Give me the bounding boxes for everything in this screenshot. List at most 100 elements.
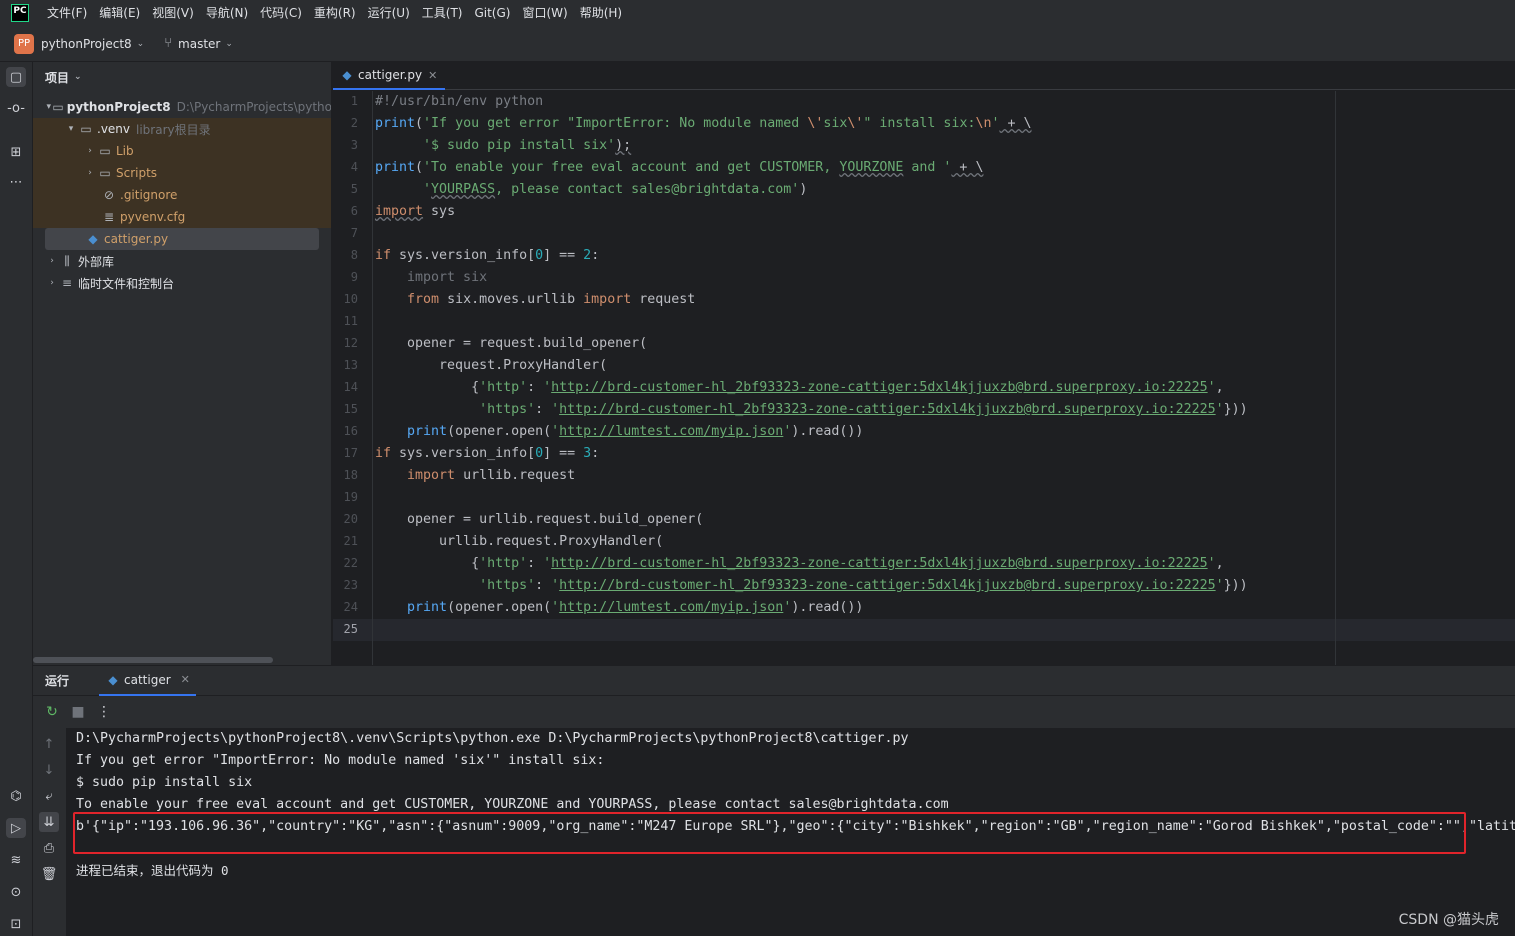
rerun-icon[interactable]: ↻ — [41, 701, 63, 723]
tree-root[interactable]: ▾ ▭ pythonProject8 D:\PycharmProjects\py… — [33, 96, 331, 118]
code-line-20: opener = urllib.request.build_opener( — [375, 509, 703, 531]
menu-tools[interactable]: 工具(T) — [416, 0, 469, 26]
branch-selector[interactable]: master — [178, 37, 220, 51]
layers-icon[interactable]: ≋ — [6, 850, 26, 870]
code-token: ).read()) — [791, 600, 864, 615]
soft-wrap-icon[interactable]: ⤶ — [39, 786, 59, 806]
library-icon: ⫼ — [64, 253, 70, 268]
git-branch-icon[interactable]: ⑂ — [164, 36, 172, 51]
line-number: 10 — [343, 292, 358, 306]
menu-run[interactable]: 运行(U) — [362, 0, 416, 26]
chevron-down-icon[interactable]: ▾ — [64, 124, 78, 134]
tree-scratches[interactable]: › ≡ 临时文件和控制台 — [33, 272, 331, 294]
more-options-icon[interactable]: ⋮ — [93, 701, 115, 723]
code-token: ] == — [543, 248, 584, 263]
print-icon[interactable]: ⎙ — [39, 838, 59, 858]
line-number: 6 — [350, 204, 358, 218]
tree-cattiger[interactable]: ◆ cattiger.py — [45, 228, 319, 250]
code-token: : — [591, 446, 600, 461]
code-token: ' — [1207, 380, 1216, 395]
project-selector[interactable]: pythonProject8 — [41, 37, 132, 51]
commit-icon[interactable]: -o- — [6, 98, 26, 118]
horizontal-scrollbar[interactable] — [33, 657, 273, 663]
menu-navigate[interactable]: 导航(N) — [200, 0, 254, 26]
code-token: http://brd-customer-hl_2bf93323-zone-cat… — [551, 380, 1208, 395]
run-icon[interactable]: ▷ — [6, 818, 26, 838]
stop-icon[interactable]: ■ — [67, 701, 89, 723]
lib-label: Lib — [116, 144, 134, 158]
close-icon[interactable]: ✕ — [428, 69, 437, 82]
scroll-up-icon[interactable]: ↑ — [39, 734, 59, 754]
project-badge[interactable]: PP — [14, 33, 34, 54]
folder-icon: ▭ — [52, 100, 64, 114]
menu-edit[interactable]: 编辑(E) — [93, 0, 146, 26]
terminal-icon[interactable]: ⊡ — [6, 914, 26, 934]
menu-git[interactable]: Git(G) — [468, 0, 516, 26]
code-token: opener = request.build_opener( — [375, 336, 648, 351]
chevron-right-icon[interactable]: › — [45, 256, 59, 266]
line-number: 19 — [343, 490, 358, 504]
trash-icon[interactable]: 🗑 — [39, 864, 59, 884]
menu-help[interactable]: 帮助(H) — [574, 0, 628, 26]
python-file-icon: ◆ — [88, 232, 98, 246]
menu-code[interactable]: 代码(C) — [254, 0, 308, 26]
services-icon[interactable]: ⊙ — [6, 882, 26, 902]
python-console-icon[interactable]: ⌬ — [6, 786, 26, 806]
menu-file[interactable]: 文件(F) — [41, 0, 93, 26]
python-file-icon: ◆ — [108, 672, 118, 687]
code-token: 'https' — [479, 578, 536, 593]
code-token: 3 — [583, 446, 592, 461]
run-tab-cattiger[interactable]: ◆ cattiger ✕ — [99, 666, 196, 696]
close-icon[interactable]: ✕ — [181, 673, 190, 686]
menu-window[interactable]: 窗口(W) — [516, 0, 573, 26]
chevron-down-icon[interactable]: ▾ — [45, 102, 52, 112]
code-token: ) — [799, 182, 808, 197]
chevron-right-icon[interactable]: › — [45, 278, 59, 288]
tree-pyvenv[interactable]: ≣ pyvenv.cfg — [33, 206, 331, 228]
venv-hint: library根目录 — [136, 122, 211, 137]
code-editor[interactable]: ◆ cattiger.py ✕ 1 2 3 4 5 6 7 8 9 10 11 … — [333, 62, 1515, 665]
code-token: ' — [1215, 578, 1224, 593]
tree-lib[interactable]: › ▭ Lib — [33, 140, 331, 162]
code-token: http://lumtest.com/myip.json — [559, 424, 784, 439]
line-number: 9 — [350, 270, 358, 284]
editor-tab-cattiger[interactable]: ◆ cattiger.py ✕ — [333, 62, 446, 90]
code-token: ] == — [543, 446, 584, 461]
code-line-24: print(opener.open('http://lumtest.com/my… — [375, 597, 863, 619]
tree-gitignore[interactable]: ⊘ .gitignore — [33, 184, 331, 206]
chevron-down-icon[interactable]: ⌄ — [74, 72, 82, 82]
code-token: \' — [807, 116, 824, 131]
chevron-down-icon[interactable]: ⌄ — [137, 39, 145, 49]
tree-venv[interactable]: ▾ ▭ .venv library根目录 — [33, 118, 331, 140]
code-token: ' — [551, 402, 560, 417]
chevron-down-icon[interactable]: ⌄ — [225, 39, 233, 49]
code-area[interactable]: #!/usr/bin/env python print('If you get … — [375, 91, 1515, 665]
project-panel-header[interactable]: 项目 ⌄ — [33, 62, 331, 92]
tree-external-libs[interactable]: › ⫼ 外部库 — [33, 250, 331, 272]
folder-icon: ▭ — [99, 144, 111, 158]
structure-icon[interactable]: ⊞ — [6, 142, 26, 162]
code-token: print — [407, 600, 448, 615]
code-token: ' — [543, 556, 552, 571]
code-token: import — [375, 204, 424, 219]
console-command: D:\PycharmProjects\pythonProject8\.venv\… — [76, 731, 909, 746]
tree-scripts[interactable]: › ▭ Scripts — [33, 162, 331, 184]
more-icon[interactable]: ⋯ — [6, 172, 26, 192]
code-line-17: if sys.version_info[0] == 3: — [375, 443, 599, 465]
scroll-down-icon[interactable]: ↓ — [39, 760, 59, 780]
menu-view[interactable]: 视图(V) — [146, 0, 200, 26]
code-line-14: {'http': 'http://brd-customer-hl_2bf9332… — [375, 377, 1224, 399]
code-token: from — [407, 292, 440, 307]
chevron-right-icon[interactable]: › — [83, 168, 97, 178]
code-token: ); — [615, 138, 632, 153]
chevron-right-icon[interactable]: › — [83, 146, 97, 156]
console-output[interactable]: D:\PycharmProjects\pythonProject8\.venv\… — [66, 728, 1515, 936]
project-folder-icon[interactable]: ▢ — [6, 67, 26, 87]
code-token: sys — [423, 204, 456, 219]
code-token: import — [407, 468, 456, 483]
scroll-to-end-icon[interactable]: ⇊ — [39, 812, 59, 832]
code-token: YOURPASS — [431, 182, 496, 197]
menu-refactor[interactable]: 重构(R) — [308, 0, 362, 26]
